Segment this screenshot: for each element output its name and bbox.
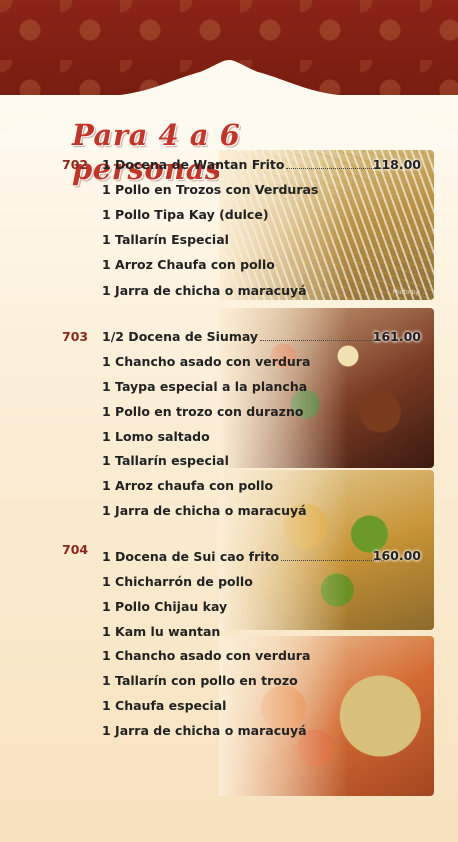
photo-credit: Photo by: ... [392, 289, 428, 296]
combo-item: 1 Pollo Chijau kay [102, 599, 228, 614]
noodles-photo [219, 150, 434, 300]
combo-item: 1 Chancho asado con verdura [102, 354, 311, 369]
combo-item: 1 Tallarín especial [102, 453, 229, 468]
combo-item: 1 Jarra de chicha o maracuyá [102, 723, 307, 738]
combo-item: 1 Pollo en trozo con durazno [102, 404, 304, 419]
combo-item: 1/2 Docena de Siumay [102, 329, 381, 344]
combo-item: 1 Chancho asado con verdura [102, 648, 311, 663]
combo-item: 1 Chicharrón de pollo [102, 574, 253, 589]
combo-item: 1 Tallarín Especial [102, 232, 229, 247]
combo-item: 1 Docena de Wantan Frito [102, 157, 391, 172]
combo-item: 1 Tallarín con pollo en trozo [102, 673, 298, 688]
combo-item: 1 Lomo saltado [102, 429, 210, 444]
combo-code: 703 [62, 329, 89, 344]
combo-item: 1 Jarra de chicha o maracuyá [102, 503, 307, 518]
combo-item: 1 Pollo en Trozos con Verduras [102, 182, 319, 197]
combo-item: 1 Jarra de chicha o maracuyá [102, 283, 307, 298]
combo-price: 161.00 [372, 329, 421, 344]
combo-item: 1 Arroz Chaufa con pollo [102, 257, 275, 272]
combo-price: 118.00 [372, 157, 421, 172]
combo-price: 160.00 [372, 548, 421, 563]
combo-item: 1 Kam lu wantan [102, 624, 221, 639]
combo-code: 702 [62, 157, 89, 172]
combo-item: 1 Arroz chaufa con pollo [102, 478, 274, 493]
combo-item: 1 Docena de Sui cao frito [102, 549, 387, 564]
combo-item: 1 Pollo Tipa Kay (dulce) [102, 207, 269, 222]
combo-item: 1 Taypa especial a la plancha [102, 379, 308, 394]
combo-code: 704 [62, 542, 89, 557]
combo-item: 1 Chaufa especial [102, 698, 227, 713]
